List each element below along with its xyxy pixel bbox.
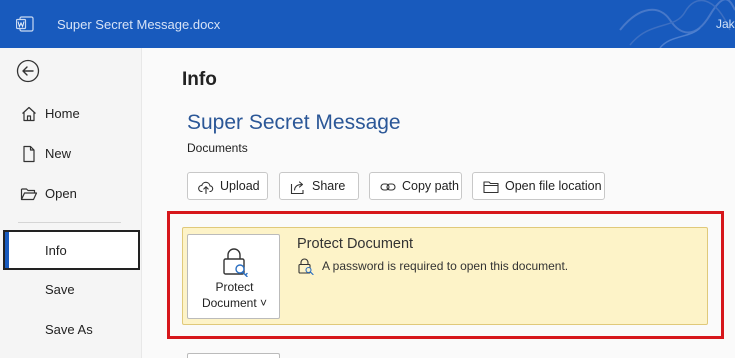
protect-document-description: A password is required to open this docu… (322, 259, 569, 273)
back-arrow-icon[interactable] (16, 59, 40, 83)
protect-document-section: Protect Document ˅ Protect Document A pa… (182, 227, 708, 325)
share-button[interactable]: Share (279, 172, 359, 200)
sidebar-item-home[interactable]: Home (0, 96, 141, 132)
lock-key-icon (223, 248, 248, 277)
word-app-icon (16, 16, 34, 32)
sidebar-item-label: Save As (45, 322, 93, 337)
sidebar-item-label: Info (45, 243, 67, 258)
info-pane: Info Super Secret Message Documents Uplo… (141, 48, 735, 358)
password-lock-icon (298, 258, 314, 275)
new-document-icon (23, 145, 35, 163)
next-section-button-edge[interactable] (187, 353, 280, 358)
sidebar-item-info[interactable]: Info (3, 230, 140, 270)
window-title: Super Secret Message.docx (57, 17, 221, 32)
document-location[interactable]: Documents (187, 141, 248, 155)
active-indicator (5, 232, 9, 268)
user-account-name[interactable]: Jake (716, 17, 735, 31)
upload-button[interactable]: Upload (187, 172, 268, 200)
open-file-location-label: Open file location (505, 179, 602, 193)
home-icon (22, 106, 36, 122)
open-file-location-button[interactable]: Open file location (472, 172, 605, 200)
protect-button-label-line2: Document ˅ (201, 296, 268, 310)
copy-path-button[interactable]: Copy path (369, 172, 462, 200)
backstage-sidebar: Home New Open Info Save Save As (0, 48, 141, 358)
link-icon (380, 183, 396, 191)
sidebar-item-open[interactable]: Open (0, 176, 141, 212)
folder-icon (483, 181, 499, 194)
open-folder-icon (20, 188, 38, 201)
title-bar: Super Secret Message.docx Jake (0, 0, 735, 48)
protect-button-label-line1: Protect (215, 280, 254, 294)
page-title: Info (182, 69, 217, 90)
share-label: Share (312, 179, 346, 193)
copy-path-label: Copy path (402, 179, 459, 193)
title-bar-decoration (619, 0, 735, 48)
sidebar-item-save[interactable]: Save (0, 272, 141, 308)
sidebar-divider (18, 222, 121, 223)
sidebar-item-label: New (45, 146, 72, 161)
upload-cloud-icon (198, 181, 214, 195)
document-name: Super Secret Message (187, 111, 401, 134)
upload-label: Upload (220, 179, 260, 193)
protect-document-title: Protect Document (297, 236, 414, 252)
protect-document-button[interactable]: Protect Document ˅ (187, 234, 280, 319)
sidebar-item-label: Open (45, 186, 77, 201)
share-icon (290, 181, 304, 195)
sidebar-item-new[interactable]: New (0, 136, 141, 172)
sidebar-item-label: Save (45, 282, 75, 297)
sidebar-item-label: Home (45, 106, 80, 121)
sidebar-item-save-as[interactable]: Save As (0, 312, 141, 348)
